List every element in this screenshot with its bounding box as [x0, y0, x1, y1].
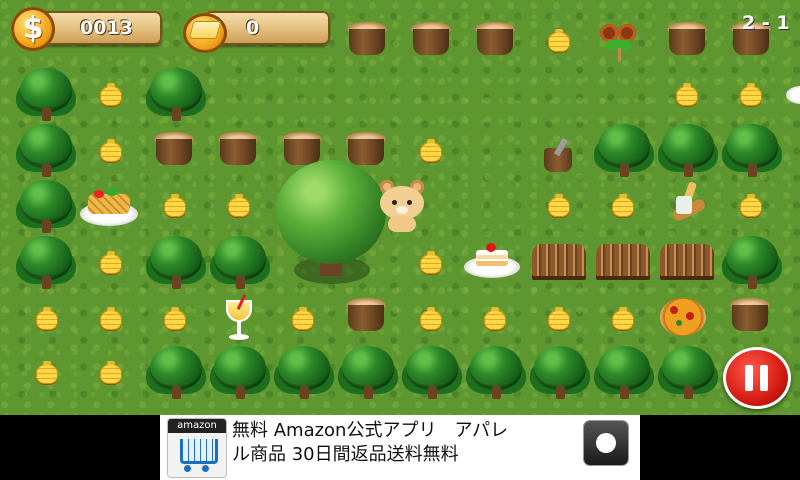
tree-icon	[402, 346, 462, 400]
amazon-icon-label: amazon	[168, 419, 226, 433]
tree-icon	[594, 124, 654, 178]
tree-icon	[16, 236, 76, 290]
tree-icon	[16, 180, 76, 234]
waffle-plate-icon[interactable]	[80, 188, 140, 226]
parfait-drink-icon[interactable]	[220, 294, 258, 344]
globe-icon[interactable]	[584, 421, 628, 465]
level-indicator: 2 - 1	[742, 12, 790, 34]
honey-pot-icon	[484, 307, 506, 330]
tree-icon	[466, 346, 526, 400]
honey-pot-icon	[548, 29, 570, 52]
butter-icon	[183, 9, 229, 53]
tree-icon	[146, 68, 206, 122]
honey-pot-icon	[36, 307, 58, 330]
honey-pot-icon	[36, 361, 58, 384]
tree-icon	[210, 346, 270, 400]
ad-text[interactable]: 無料 Amazon公式アプリ アパレ ル商品 30日間返品送料無料	[232, 419, 552, 467]
coin-counter-panel: 0013	[38, 11, 162, 45]
honey-pot-icon	[740, 83, 762, 106]
pause-icon	[745, 365, 753, 391]
tree-icon	[594, 346, 654, 400]
honey-pot-icon	[420, 139, 442, 162]
log-pile-icon	[532, 244, 586, 280]
honey-pot-icon	[100, 83, 122, 106]
honey-pot-icon	[676, 83, 698, 106]
ad-text-line2: ル商品 30日間返品送料無料	[232, 444, 459, 465]
shopping-cart-icon	[180, 439, 218, 464]
tree-icon	[722, 124, 782, 178]
pause-button[interactable]	[723, 347, 791, 409]
ad-banner[interactable]: amazon 無料 Amazon公式アプリ アパレ ル商品 30日間返品送料無料	[160, 415, 640, 480]
tree-icon	[16, 68, 76, 122]
food-plate-icon	[786, 86, 800, 104]
stump-icon	[665, 22, 709, 60]
coin-icon: $	[11, 7, 55, 51]
tree-icon	[530, 346, 590, 400]
tree-icon	[274, 346, 334, 400]
honey-pot-icon	[740, 194, 762, 217]
stump-icon	[409, 22, 453, 60]
honey-pot-icon	[100, 139, 122, 162]
honey-pot-icon	[164, 194, 186, 217]
kebab-food-icon[interactable]	[598, 20, 642, 64]
tree-icon	[146, 236, 206, 290]
pizza-icon[interactable]	[658, 296, 714, 338]
honey-pot-icon	[612, 307, 634, 330]
honey-pot-icon	[100, 251, 122, 274]
honey-pot-icon	[548, 307, 570, 330]
tree-icon	[722, 236, 782, 290]
honey-pot-icon	[100, 307, 122, 330]
tree-icon	[210, 236, 270, 290]
log-pile-icon	[596, 244, 650, 280]
honey-pot-icon	[420, 251, 442, 274]
stump-icon	[344, 298, 388, 336]
ad-text-line1: 無料 Amazon公式アプリ アパレ	[232, 420, 509, 441]
stump-icon	[152, 132, 196, 170]
honey-pot-icon	[420, 307, 442, 330]
stump-icon	[345, 22, 389, 60]
butter-count: 0	[246, 17, 260, 39]
bread-bottle-icon[interactable]	[668, 181, 708, 228]
tree-icon	[658, 346, 718, 400]
stump-icon	[473, 22, 517, 60]
big-tree-icon	[276, 160, 386, 288]
tree-icon	[338, 346, 398, 400]
honey-pot-icon	[612, 194, 634, 217]
bear-player-icon[interactable]	[374, 180, 432, 234]
honey-pot-icon	[164, 307, 186, 330]
amazon-app-icon[interactable]: amazon	[167, 418, 227, 478]
game-board[interactable]: 0013 $ 0 2 - 1	[0, 0, 800, 415]
honey-pot-icon	[292, 307, 314, 330]
axe-stump-icon	[540, 137, 580, 174]
honey-pot-icon	[100, 361, 122, 384]
log-pile-icon	[660, 244, 714, 280]
tree-icon	[16, 124, 76, 178]
coin-count: 0013	[80, 17, 133, 39]
stump-icon	[216, 132, 260, 170]
tree-icon	[658, 124, 718, 178]
stump-icon	[728, 298, 772, 336]
honey-pot-icon	[548, 194, 570, 217]
tree-icon	[146, 346, 206, 400]
cake-plate-icon[interactable]	[464, 240, 522, 280]
honey-pot-icon	[228, 194, 250, 217]
